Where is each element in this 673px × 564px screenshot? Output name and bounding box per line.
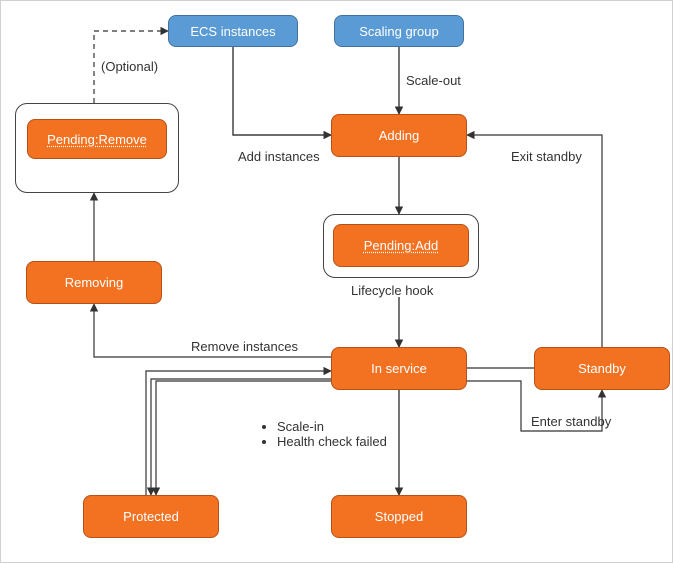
node-label: Scaling group	[359, 24, 439, 39]
node-label: Pending:Add	[364, 238, 438, 253]
label-enter-standby: Enter standby	[531, 414, 611, 429]
node-label: ECS instances	[190, 24, 275, 39]
node-label: Adding	[379, 128, 419, 143]
label-optional: (Optional)	[101, 59, 158, 74]
label-exit-standby: Exit standby	[511, 149, 582, 164]
node-label: Pending:Remove	[47, 132, 147, 147]
node-label: Stopped	[375, 509, 423, 524]
node-label: Protected	[123, 509, 179, 524]
node-scaling-group: Scaling group	[334, 15, 464, 47]
edge-add-instances	[233, 47, 331, 135]
node-pending-remove: Pending:Remove	[27, 119, 167, 159]
bullet-scale-in: Scale-in	[277, 419, 387, 434]
label-add-instances: Add instances	[238, 149, 320, 164]
bullets-scalein-hc: Scale-in Health check failed	[259, 419, 387, 449]
node-in-service: In service	[331, 347, 467, 390]
label-remove-instances: Remove instances	[191, 339, 298, 354]
node-ecs-instances: ECS instances	[168, 15, 298, 47]
node-label: Standby	[578, 361, 626, 376]
node-protected: Protected	[83, 495, 219, 538]
label-lifecycle-hook: Lifecycle hook	[351, 283, 433, 298]
diagram-canvas: ECS instances Scaling group (Optional) S…	[0, 0, 673, 563]
node-label: In service	[371, 361, 427, 376]
node-adding: Adding	[331, 114, 467, 157]
node-stopped: Stopped	[331, 495, 467, 538]
node-label: Removing	[65, 275, 124, 290]
node-pending-add: Pending:Add	[333, 224, 469, 267]
node-removing: Removing	[26, 261, 162, 304]
bullet-hc-failed: Health check failed	[277, 434, 387, 449]
node-standby: Standby	[534, 347, 670, 390]
label-scale-out: Scale-out	[406, 73, 461, 88]
